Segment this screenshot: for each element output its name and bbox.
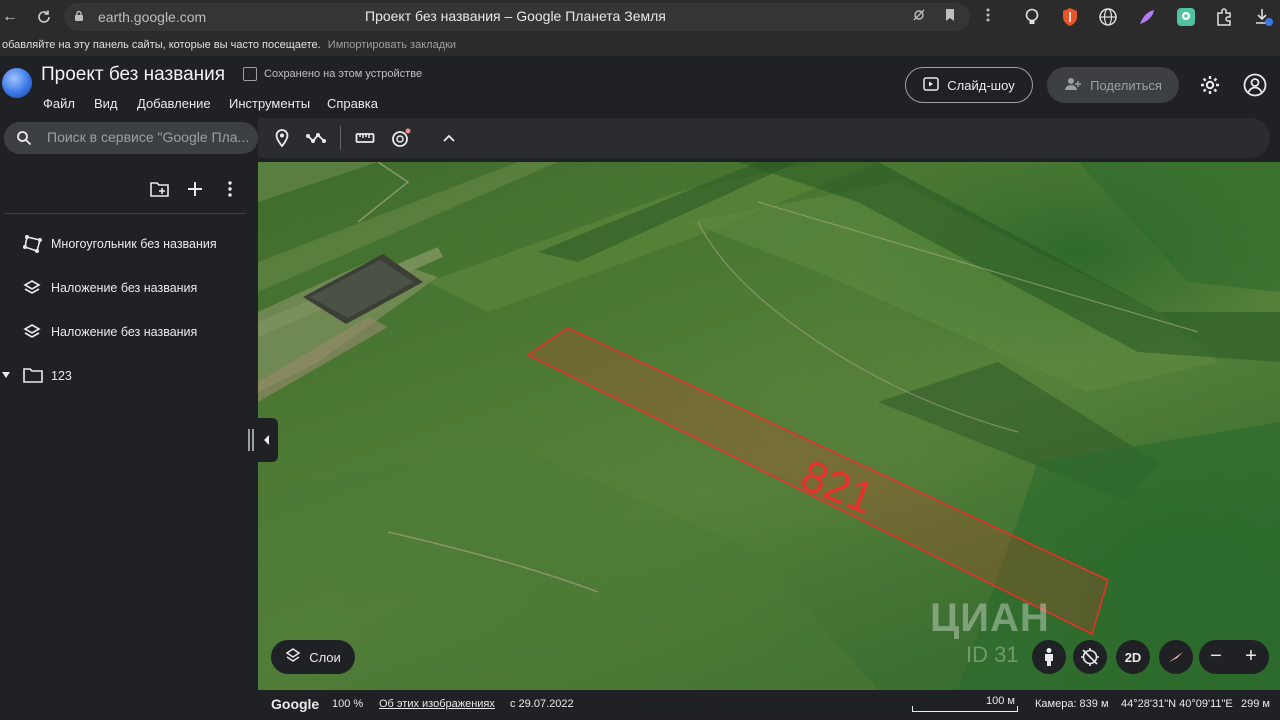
sidebar-item-folder[interactable]: 123 — [0, 362, 258, 390]
bookmark-icon[interactable] — [944, 8, 956, 25]
settings-gear-icon[interactable] — [1198, 73, 1222, 97]
history-time-icon[interactable] — [390, 128, 411, 148]
url-text[interactable]: earth.google.com — [98, 9, 206, 25]
reload-icon[interactable] — [34, 7, 54, 27]
about-images-link[interactable]: Об этих изображениях — [379, 698, 495, 710]
share-label: Поделиться — [1090, 77, 1162, 93]
bookmarks-bar: обавляйте на эту панель сайты, которые в… — [0, 34, 1280, 56]
map-terrain: 821 — [258, 162, 1280, 690]
view-2d-toggle[interactable]: 2D — [1116, 640, 1150, 674]
google-brand: Google — [271, 696, 320, 712]
search-icon — [16, 130, 32, 146]
compass-icon[interactable] — [1159, 640, 1193, 674]
more-vertical-icon[interactable] — [221, 180, 239, 198]
vpn-globe-icon[interactable] — [1098, 7, 1118, 27]
menu-add[interactable]: Добавление — [137, 96, 211, 111]
zoom-level: 100 % — [332, 698, 364, 710]
map-pin-extension-icon[interactable] — [1176, 7, 1196, 27]
saved-checkbox-icon — [243, 67, 257, 81]
menu-tools[interactable]: Инструменты — [229, 96, 310, 111]
layers-label: Слои — [309, 649, 341, 665]
page-title: Проект без названия – Google Планета Зем… — [365, 8, 666, 24]
import-bookmarks-link[interactable]: Импортировать закладки — [328, 39, 456, 51]
toolbar-divider — [340, 126, 341, 150]
elevation: 299 м — [1241, 698, 1270, 710]
polygon-icon — [23, 235, 42, 253]
chevron-up-icon[interactable] — [440, 128, 460, 148]
puzzle-extensions-icon[interactable] — [1214, 7, 1234, 27]
more-vertical-icon[interactable] — [986, 8, 990, 25]
menu-help[interactable]: Справка — [327, 96, 378, 111]
new-folder-icon[interactable] — [150, 180, 169, 198]
add-person-icon — [1064, 77, 1082, 94]
sidebar-item-label: Многоугольник без названия — [51, 237, 217, 251]
brave-shield-icon[interactable] — [1060, 7, 1080, 27]
saved-status: Сохранено на этом устройстве — [264, 68, 423, 80]
camera-altitude: Камера: 839 м — [1035, 698, 1109, 710]
bookmarks-hint: обавляйте на эту панель сайты, которые в… — [2, 39, 321, 51]
pegman-street-view-icon[interactable] — [1032, 640, 1066, 674]
imagery-date: с 29.07.2022 — [510, 698, 574, 710]
google-earth-logo[interactable] — [2, 68, 32, 98]
sidebar-divider — [4, 213, 246, 214]
downloads-icon[interactable] — [1254, 7, 1274, 27]
tilt-reset-icon[interactable] — [1073, 640, 1107, 674]
extension-bulb-icon[interactable] — [1022, 7, 1042, 27]
folder-icon — [23, 367, 43, 385]
coordinates: 44°28'31"N 40°09'11"E — [1121, 698, 1233, 710]
sidebar-item-overlay[interactable]: Наложение без названия — [0, 274, 258, 302]
overlay-icon — [23, 323, 41, 341]
sidebar-item-overlay[interactable]: Наложение без названия — [0, 318, 258, 346]
placemark-icon[interactable] — [272, 128, 292, 148]
ruler-icon[interactable] — [355, 128, 375, 148]
overlay-icon — [23, 279, 41, 297]
back-arrow-icon[interactable]: ← — [0, 7, 20, 27]
cian-watermark: ЦИАН — [930, 596, 1050, 640]
menu-view[interactable]: Вид — [94, 96, 118, 111]
scale-bar — [912, 706, 1018, 712]
layers-icon — [285, 647, 301, 667]
slideshow-icon — [923, 76, 940, 94]
watermark-id: ID 31 — [966, 642, 1019, 667]
sidebar-item-label: Наложение без названия — [51, 325, 198, 339]
sidebar-item-polygon[interactable]: Многоугольник без названия — [0, 230, 258, 258]
project-title[interactable]: Проект без названия — [41, 64, 225, 86]
browser-toolbar: ← earth.google.com Проект без названия –… — [0, 0, 1280, 34]
site-info-icon[interactable] — [74, 9, 84, 21]
feather-extension-icon[interactable] — [1137, 7, 1157, 27]
menu-file[interactable]: Файл — [43, 96, 75, 111]
slideshow-label: Слайд-шоу — [947, 77, 1015, 93]
sidebar-item-label: 123 — [51, 369, 72, 383]
search-input[interactable] — [47, 129, 253, 145]
zoom-in-button[interactable]: + — [1239, 645, 1263, 669]
sidebar-item-label: Наложение без названия — [51, 281, 198, 295]
layers-button[interactable]: Слои — [271, 640, 355, 674]
satellite-map[interactable]: 821 — [258, 162, 1280, 690]
zoom-out-button[interactable]: − — [1204, 645, 1228, 669]
add-plus-icon[interactable] — [186, 180, 204, 198]
collapse-sidebar-button[interactable] — [256, 418, 278, 462]
sidebar-resize-handle[interactable] — [248, 429, 254, 451]
account-avatar-icon[interactable] — [1243, 73, 1267, 97]
chevron-left-icon — [264, 435, 269, 445]
path-icon[interactable] — [305, 128, 326, 148]
no-tracking-icon[interactable] — [912, 8, 926, 25]
share-button[interactable]: Поделиться — [1047, 67, 1179, 103]
slideshow-button[interactable]: Слайд-шоу — [905, 67, 1033, 103]
